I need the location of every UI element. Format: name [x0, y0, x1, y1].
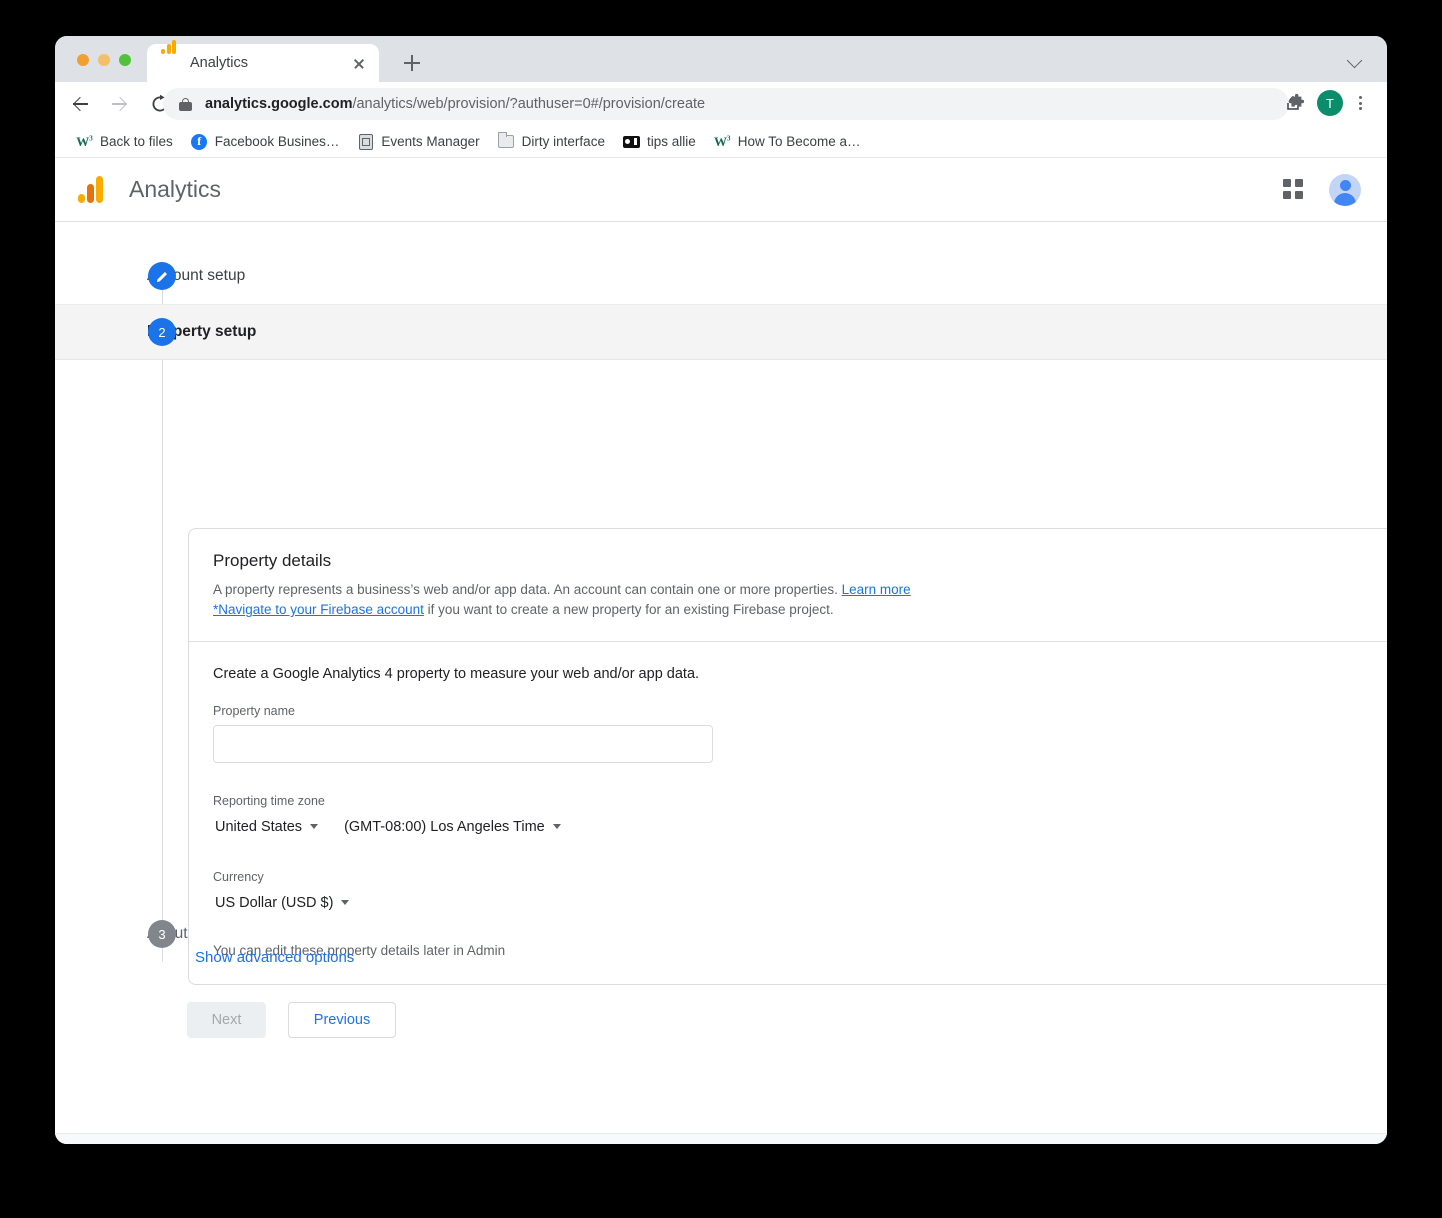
- w3-icon: W3: [76, 134, 93, 149]
- card-desc-part2: if you want to create a new property for…: [423, 602, 834, 618]
- edit-pencil-icon: [148, 262, 176, 290]
- step-account-setup[interactable]: Account setup: [55, 248, 1387, 304]
- bookmark-how-to-become[interactable]: W3 How To Become a…: [707, 130, 868, 153]
- timezone-zone-select[interactable]: (GMT-08:00) Los Angeles Time: [342, 815, 563, 839]
- bookmark-tips-allie[interactable]: tips allie: [616, 130, 703, 153]
- bookmark-label: Back to files: [100, 134, 173, 149]
- facebook-icon: f: [191, 133, 208, 150]
- card-title: Property details: [213, 551, 332, 570]
- tab-strip: Analytics: [55, 36, 1387, 82]
- bookmark-events-manager[interactable]: Events Manager: [350, 130, 486, 153]
- property-details-card: Property details A property represents a…: [188, 528, 1387, 985]
- profile-avatar[interactable]: T: [1317, 90, 1343, 116]
- card-description: A property represents a business’s web a…: [213, 580, 1113, 621]
- url-text: analytics.google.com/analytics/web/provi…: [205, 96, 705, 112]
- bookmarks-bar: W3 Back to files f Facebook Busines… Eve…: [55, 126, 1387, 158]
- bookmark-facebook-business[interactable]: f Facebook Busines…: [184, 130, 347, 153]
- browser-toolbar: analytics.google.com/analytics/web/provi…: [55, 82, 1387, 126]
- bookmark-label: How To Become a…: [737, 134, 861, 149]
- currency-label: Currency: [213, 869, 264, 884]
- w3-icon: W3: [713, 134, 731, 149]
- analytics-header: Analytics: [55, 158, 1387, 222]
- card-header: Property details A property represents a…: [189, 529, 1387, 642]
- tab-title: Analytics: [190, 55, 249, 71]
- new-tab-icon[interactable]: [399, 50, 425, 76]
- tips-allie-icon: [622, 133, 640, 150]
- timezone-country-value: United States: [215, 818, 303, 835]
- property-name-label: Property name: [213, 703, 295, 718]
- previous-button[interactable]: Previous: [288, 1002, 396, 1038]
- step-number-badge: 2: [148, 318, 176, 346]
- bookmark-label: Facebook Busines…: [214, 134, 340, 149]
- browser-tab[interactable]: Analytics: [147, 40, 379, 82]
- chevron-down-icon: [310, 824, 319, 829]
- events-manager-icon: [357, 133, 374, 150]
- card-desc-part1: A property represents a business’s web a…: [213, 582, 842, 597]
- toolbar-right: T: [1283, 89, 1371, 117]
- currency-select[interactable]: US Dollar (USD $): [213, 891, 351, 915]
- page-footer: © 2021 Google | Analytics home | Terms o…: [55, 1133, 1387, 1144]
- header-actions: [1283, 173, 1361, 206]
- extensions-puzzle-icon[interactable]: [1283, 89, 1311, 117]
- firebase-account-link[interactable]: *Navigate to your Firebase account: [213, 602, 424, 617]
- next-button[interactable]: Next: [187, 1002, 266, 1038]
- card-lead-text: Create a Google Analytics 4 property to …: [213, 665, 700, 682]
- timezone-row: United States (GMT-08:00) Los Angeles Ti…: [213, 815, 1375, 839]
- close-window-button[interactable]: [77, 54, 89, 66]
- chevron-down-icon[interactable]: [1347, 52, 1363, 68]
- chevron-down-icon: [341, 900, 350, 905]
- page-title: Analytics: [129, 176, 222, 202]
- currency-value: US Dollar (USD $): [215, 894, 334, 911]
- analytics-bars-icon: [161, 40, 177, 71]
- page-content: Analytics Account setup 2 Property setup…: [55, 158, 1387, 1144]
- timezone-label: Reporting time zone: [213, 793, 325, 808]
- stepper-rail: [162, 278, 163, 962]
- card-body: Create a Google Analytics 4 property to …: [189, 642, 1387, 984]
- bookmark-dirty-interface[interactable]: Dirty interface: [491, 130, 612, 153]
- property-name-input[interactable]: [213, 724, 713, 763]
- google-analytics-logo: [77, 175, 107, 205]
- apps-grid-icon[interactable]: [1283, 178, 1305, 201]
- timezone-country-select[interactable]: United States: [213, 815, 320, 839]
- edit-later-note: You can edit these property details late…: [213, 942, 506, 958]
- browser-window: Analytics analytics.google.com/analytics…: [55, 36, 1387, 1144]
- browser-menu-icon[interactable]: [1349, 90, 1371, 116]
- step-property-setup[interactable]: 2 Property setup: [55, 304, 1387, 360]
- url-path: /analytics/web/provision/?authuser=0#/pr…: [352, 96, 706, 112]
- lock-icon: [179, 97, 192, 112]
- folder-icon: [497, 132, 515, 150]
- wizard-button-row: Next Previous: [187, 1002, 396, 1038]
- minimize-window-button[interactable]: [98, 54, 110, 66]
- address-bar[interactable]: analytics.google.com/analytics/web/provi…: [163, 88, 1289, 120]
- back-button[interactable]: [65, 89, 95, 119]
- desktop-background: Analytics analytics.google.com/analytics…: [0, 0, 1442, 1218]
- learn-more-link[interactable]: Learn more: [842, 582, 911, 597]
- close-tab-icon[interactable]: [349, 53, 369, 73]
- show-advanced-options-link[interactable]: Show advanced options: [195, 949, 354, 966]
- bookmark-label: Events Manager: [381, 134, 480, 149]
- forward-button[interactable]: [105, 89, 135, 119]
- timezone-zone-value: (GMT-08:00) Los Angeles Time: [344, 818, 545, 835]
- maximize-window-button[interactable]: [119, 54, 131, 66]
- bookmark-back-to-files[interactable]: W3 Back to files: [69, 130, 180, 153]
- bookmark-label: Dirty interface: [521, 134, 605, 149]
- step-number-badge: 3: [148, 920, 176, 948]
- url-host: analytics.google.com: [205, 96, 353, 112]
- bookmark-label: tips allie: [646, 134, 696, 149]
- chevron-down-icon: [552, 824, 561, 829]
- account-avatar-icon[interactable]: [1329, 173, 1361, 206]
- window-controls: [77, 54, 131, 66]
